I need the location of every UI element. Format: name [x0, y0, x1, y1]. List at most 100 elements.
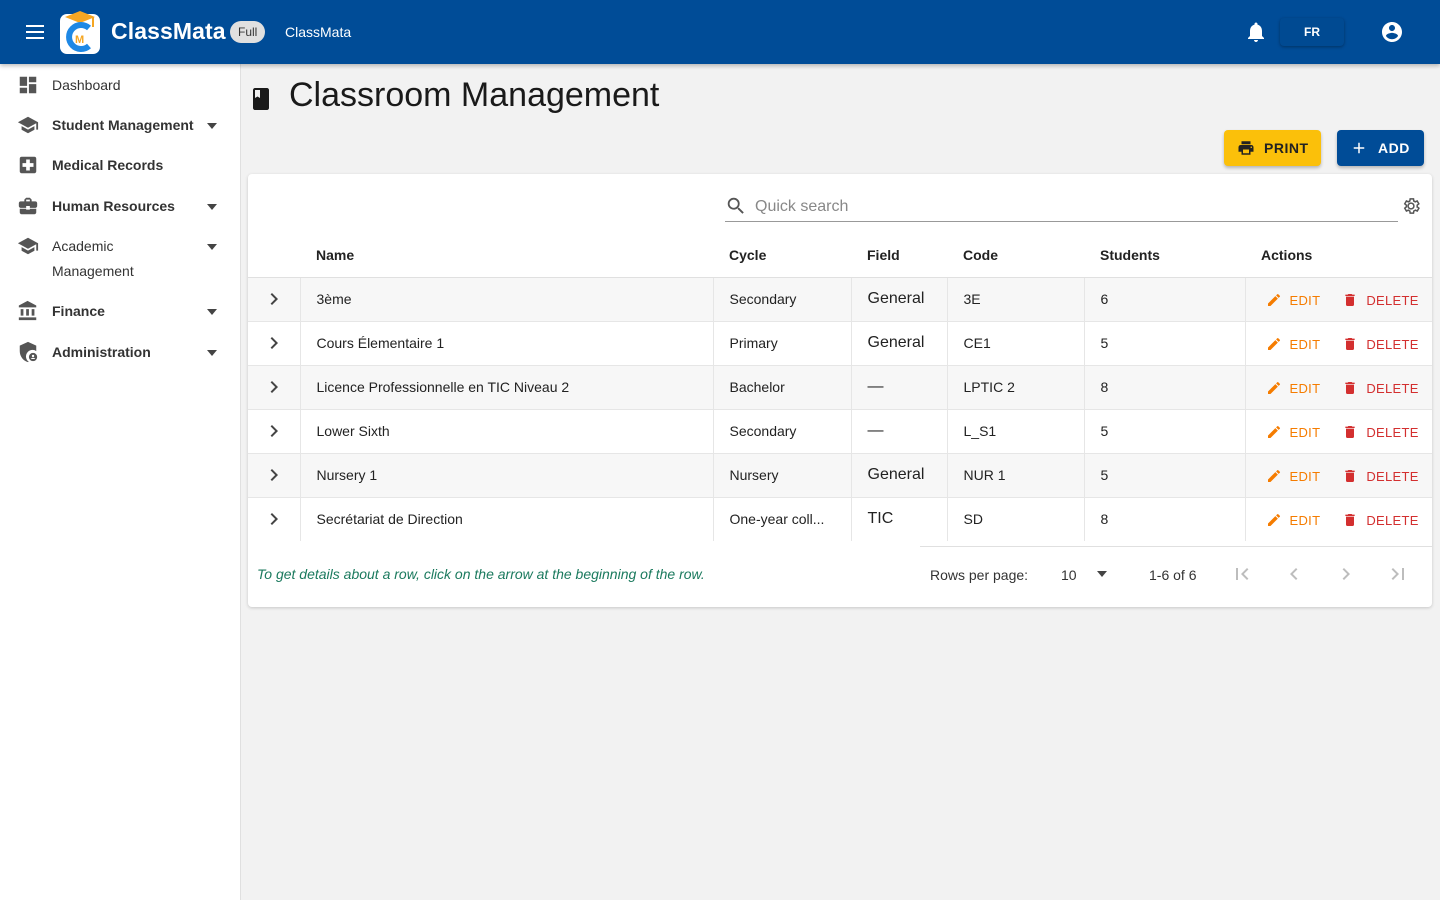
chevron-right-icon[interactable]	[262, 331, 286, 355]
delete-label: DELETE	[1366, 468, 1419, 484]
cell-cycle: Secondary	[713, 277, 852, 322]
sidebar-item-human-resources[interactable]: Human Resources	[0, 193, 240, 221]
table-row: Lower Sixth Secondary — L_S1 5 EDIT DELETE	[248, 409, 1432, 454]
briefcase-icon	[18, 197, 38, 215]
expand-cell	[248, 277, 301, 322]
edit-button[interactable]: EDIT	[1266, 336, 1321, 352]
print-button[interactable]: PRINT	[1224, 130, 1321, 166]
cell-actions: EDIT DELETE	[1245, 497, 1432, 541]
sidebar-item-label-line2: Management	[52, 263, 134, 279]
table-row: Cours Élementaire 1 Primary General CE1 5 EDI…	[248, 321, 1432, 366]
chevron-right-icon[interactable]	[262, 419, 286, 443]
cell-name: Nursery 1	[300, 453, 714, 498]
table-row: Secrétariat de Direction One-year coll...…	[248, 497, 1432, 541]
cell-students: 5	[1084, 409, 1246, 454]
sidebar-item-administration[interactable]: Administration	[0, 339, 240, 367]
delete-button[interactable]: DELETE	[1342, 292, 1418, 308]
caret-down-icon	[207, 309, 217, 315]
column-header-cycle[interactable]: Cycle	[713, 234, 851, 278]
edit-button[interactable]: EDIT	[1266, 468, 1321, 484]
delete-label: DELETE	[1366, 336, 1419, 352]
first-page-icon[interactable]	[1230, 562, 1254, 586]
gear-icon[interactable]	[1401, 196, 1421, 216]
cell-cycle: Primary	[713, 321, 852, 366]
cell-actions: EDIT DELETE	[1245, 321, 1432, 366]
delete-label: DELETE	[1366, 512, 1419, 528]
trash-icon	[1345, 293, 1355, 306]
cell-students: 8	[1084, 497, 1246, 541]
caret-down-icon	[207, 204, 217, 210]
sidebar-item-medical-records[interactable]: Medical Records	[0, 152, 240, 180]
cell-name: Licence Professionnelle en TIC Niveau 2	[300, 365, 714, 410]
chevron-right-icon[interactable]	[262, 287, 286, 311]
trash-icon	[1345, 513, 1355, 526]
delete-button[interactable]: DELETE	[1342, 380, 1418, 396]
edit-label: EDIT	[1289, 336, 1321, 352]
classmata-logo: M	[60, 11, 100, 54]
column-header-field[interactable]: Field	[851, 234, 947, 278]
menu-icon[interactable]	[22, 20, 50, 44]
chevron-right-icon[interactable]	[262, 507, 286, 531]
sidebar-item-academic-management[interactable]: Academic Management	[0, 233, 240, 285]
pagination-divider	[920, 546, 1432, 547]
bank-icon	[18, 300, 37, 321]
table-row: Nursery 1 Nursery General NUR 1 5 EDIT DELETE	[248, 453, 1432, 498]
sidebar-item-student-management[interactable]: Student Management	[0, 112, 240, 140]
rows-per-page-select[interactable]: 10	[1061, 562, 1111, 588]
column-header-name[interactable]: Name	[300, 234, 713, 278]
sidebar-item-label: Dashboard	[52, 77, 121, 93]
cell-actions: EDIT DELETE	[1245, 409, 1432, 454]
trash-icon	[1345, 337, 1355, 350]
caret-down-icon	[207, 123, 217, 129]
add-button-label: ADD	[1378, 140, 1410, 156]
cell-students: 6	[1084, 277, 1246, 322]
next-page-icon[interactable]	[1334, 562, 1358, 586]
table-header-row: Name Cycle Field Code Students Actions	[248, 234, 1432, 278]
delete-button[interactable]: DELETE	[1342, 512, 1418, 528]
account-circle-icon[interactable]	[1380, 20, 1404, 44]
previous-page-icon[interactable]	[1282, 562, 1306, 586]
edit-label: EDIT	[1289, 424, 1321, 440]
delete-label: DELETE	[1366, 292, 1419, 308]
sidebar-item-finance[interactable]: Finance	[0, 298, 240, 326]
chevron-right-icon[interactable]	[262, 375, 286, 399]
cell-field: General	[851, 321, 948, 366]
delete-button[interactable]: DELETE	[1342, 424, 1418, 440]
delete-button[interactable]: DELETE	[1342, 336, 1418, 352]
table-body: 3ème Secondary General 3E 6 EDIT DELETE Cours É…	[248, 277, 1432, 541]
classroom-table-card: Name Cycle Field Code Students Actions 3…	[248, 174, 1432, 607]
rows-per-page-value: 10	[1061, 567, 1077, 583]
cell-field: —	[851, 365, 948, 410]
chevron-right-icon[interactable]	[262, 463, 286, 487]
pencil-icon	[1267, 337, 1280, 350]
school-icon	[17, 116, 39, 134]
add-button[interactable]: ADD	[1337, 130, 1424, 166]
last-page-icon[interactable]	[1386, 562, 1410, 586]
edit-button[interactable]: EDIT	[1266, 292, 1321, 308]
sidebar-item-label: Medical Records	[52, 157, 164, 173]
table-row: Licence Professionnelle en TIC Niveau 2B…	[248, 365, 1432, 410]
pencil-icon	[1267, 513, 1280, 526]
edit-button[interactable]: EDIT	[1266, 380, 1321, 396]
expand-cell	[248, 321, 301, 366]
dashboard-icon	[19, 76, 37, 94]
cell-cycle: Secondary	[713, 409, 852, 454]
pencil-icon	[1267, 381, 1280, 394]
app-name-link[interactable]: ClassMata	[285, 24, 351, 40]
column-header-code[interactable]: Code	[947, 234, 1084, 278]
edit-button[interactable]: EDIT	[1266, 424, 1321, 440]
sidebar-item-dashboard[interactable]: Dashboard	[0, 72, 240, 100]
cell-cycle: Bachelor	[713, 365, 852, 410]
school-icon	[17, 237, 39, 255]
cell-actions: EDIT DELETE	[1245, 365, 1432, 410]
search-input[interactable]	[755, 196, 1355, 218]
notifications-bell-icon[interactable]	[1244, 20, 1268, 44]
delete-button[interactable]: DELETE	[1342, 468, 1418, 484]
cell-students: 5	[1084, 453, 1246, 498]
caret-down-icon	[1097, 571, 1107, 577]
language-button[interactable]: FR	[1280, 18, 1344, 46]
column-header-students[interactable]: Students	[1084, 234, 1245, 278]
sidebar: Dashboard Student Management Medical Rec…	[0, 64, 241, 900]
cell-name: Cours Élementaire 1	[300, 321, 714, 366]
edit-button[interactable]: EDIT	[1266, 512, 1321, 528]
